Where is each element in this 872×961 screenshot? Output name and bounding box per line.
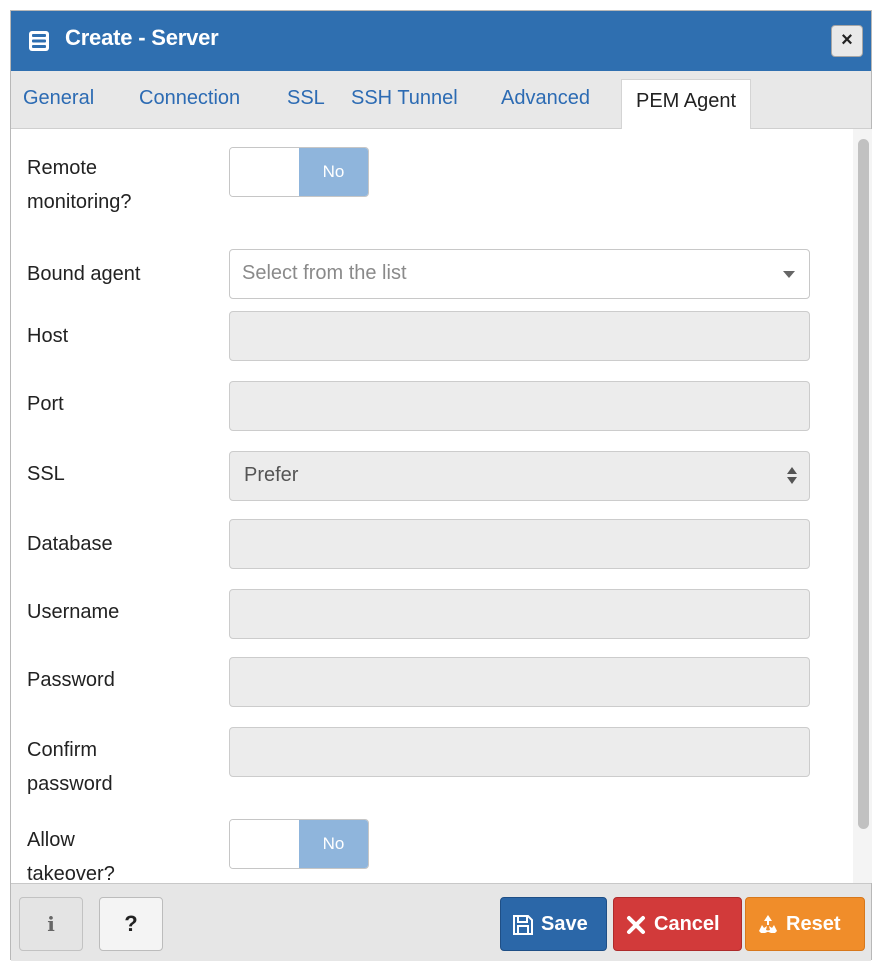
host-label: Host: [27, 325, 69, 347]
chevron-down-icon: [783, 271, 795, 278]
server-icon: [27, 29, 51, 53]
allow-takeover-label: Allow takeover?: [27, 829, 115, 883]
port-label: Port: [27, 393, 64, 415]
save-label: Save: [541, 913, 588, 935]
bound-agent-placeholder: Select from the list: [242, 262, 407, 284]
confirm-password-input[interactable]: [229, 727, 810, 777]
database-label: Database: [27, 533, 113, 555]
info-button[interactable]: i: [19, 897, 83, 951]
close-icon: [624, 913, 648, 937]
title-bar: Create - Server ×: [11, 11, 871, 71]
toggle-state: No: [299, 148, 368, 196]
ssl-select[interactable]: Prefer: [229, 451, 810, 501]
bound-agent-select[interactable]: Select from the list: [229, 249, 810, 299]
pem-agent-form: Remote monitoring? No Bound agent Select…: [11, 129, 853, 883]
help-button[interactable]: ?: [99, 897, 163, 951]
scrollbar-thumb[interactable]: [858, 139, 869, 829]
toggle-knob: [230, 820, 299, 868]
allow-takeover-toggle[interactable]: No: [229, 819, 369, 869]
password-input[interactable]: [229, 657, 810, 707]
host-input[interactable]: [229, 311, 810, 361]
toggle-knob: [230, 148, 299, 196]
reset-label: Reset: [786, 913, 841, 935]
recycle-icon: [756, 913, 780, 937]
tab-advanced[interactable]: Advanced: [501, 87, 590, 110]
tab-pem-agent[interactable]: PEM Agent: [621, 79, 752, 129]
bound-agent-label: Bound agent: [27, 263, 141, 285]
save-button[interactable]: Save: [500, 897, 607, 951]
remote-monitoring-toggle[interactable]: No: [229, 147, 369, 197]
tab-bar: General Connection SSL SSH Tunnel Advanc…: [11, 71, 871, 129]
database-input[interactable]: [229, 519, 810, 569]
cancel-label: Cancel: [654, 913, 720, 935]
tab-ssl[interactable]: SSL: [287, 87, 325, 110]
vertical-scrollbar[interactable]: [853, 129, 872, 883]
floppy-disk-icon: [511, 913, 535, 937]
ssl-selected-value: Prefer: [244, 464, 299, 486]
cancel-button[interactable]: Cancel: [613, 897, 742, 951]
username-input[interactable]: [229, 589, 810, 639]
updown-arrows-icon: [787, 465, 799, 489]
port-input[interactable]: [229, 381, 810, 431]
tab-ssh-tunnel[interactable]: SSH Tunnel: [351, 87, 458, 110]
remote-monitoring-label: Remote monitoring?: [27, 157, 132, 213]
ssl-label: SSL: [27, 463, 65, 485]
username-label: Username: [27, 601, 120, 623]
toggle-state: No: [299, 820, 368, 868]
reset-button[interactable]: Reset: [745, 897, 865, 951]
dialog-title: Create - Server: [65, 25, 219, 50]
tab-connection[interactable]: Connection: [139, 87, 240, 110]
confirm-password-label: Confirm password: [27, 739, 113, 795]
password-label: Password: [27, 669, 115, 691]
close-button[interactable]: ×: [831, 25, 863, 57]
tab-general[interactable]: General: [23, 87, 94, 110]
create-server-dialog: Create - Server × General Connection SSL…: [10, 10, 872, 961]
dialog-footer: i ? Save Cancel Reset: [11, 883, 871, 961]
